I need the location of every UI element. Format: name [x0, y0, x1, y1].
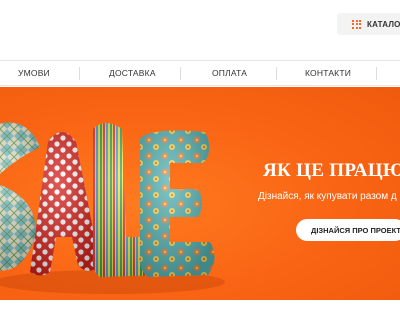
hero-banner[interactable]: ЯК ЦЕ ПРАЦЮЄ Дізнайся, як купувати разом… [0, 87, 400, 300]
nav-item-delivery[interactable]: ДОСТАВКА [109, 61, 156, 85]
nav-divider [376, 67, 377, 80]
hero-title: ЯК ЦЕ ПРАЦЮЄ [263, 160, 400, 181]
nav-divider [276, 67, 277, 80]
nav-item-contacts[interactable]: КОНТАКТИ [305, 61, 351, 85]
hero-subtitle: Дізнайся, як купувати разом д [258, 191, 397, 202]
nav-item-terms[interactable]: УМОВИ [18, 61, 50, 85]
page-bottom-area [0, 300, 400, 325]
catalog-label: КАТАЛОГ [367, 19, 400, 29]
nav-divider [180, 67, 181, 80]
grid-icon [352, 19, 361, 29]
page: КАТАЛОГ УМОВИ ДОСТАВКА ОПЛАТА КОНТАКТИ [0, 0, 400, 325]
main-nav: УМОВИ ДОСТАВКА ОПЛАТА КОНТАКТИ [0, 60, 400, 86]
learn-about-project-button[interactable]: ДІЗНАЙСЯ ПРО ПРОЕКТ [296, 219, 400, 241]
nav-divider [79, 67, 80, 80]
nav-item-payment[interactable]: ОПЛАТА [212, 61, 247, 85]
sale-letters-artwork [0, 122, 225, 294]
catalog-button[interactable]: КАТАЛОГ [337, 13, 400, 35]
